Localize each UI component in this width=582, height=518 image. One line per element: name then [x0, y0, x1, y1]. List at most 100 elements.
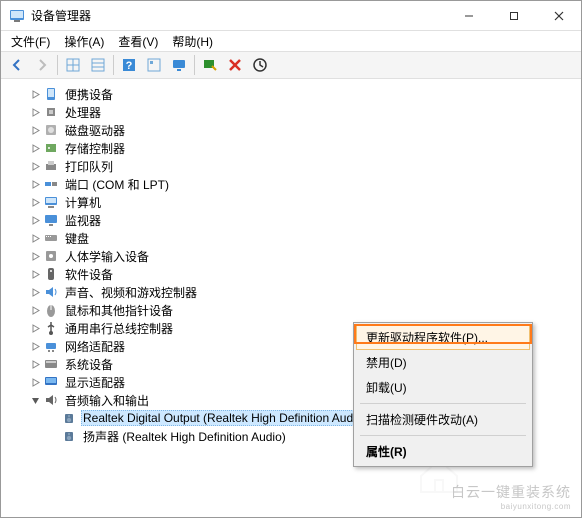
tree-item[interactable]: 软件设备: [13, 265, 581, 283]
hid-icon: [43, 248, 59, 264]
toolbar-grid-button[interactable]: [61, 53, 85, 77]
tree-item-label: Realtek Digital Output (Realtek High Def…: [81, 410, 368, 426]
tree-item-label: 存储控制器: [63, 139, 127, 158]
tree-item[interactable]: 人体学输入设备: [13, 247, 581, 265]
menu-help[interactable]: 帮助(H): [166, 31, 219, 52]
cpu-icon: [43, 104, 59, 120]
computer-icon: [43, 194, 59, 210]
toolbar-back-button[interactable]: [5, 53, 29, 77]
tree-item[interactable]: 端口 (COM 和 LPT): [13, 175, 581, 193]
window-title: 设备管理器: [31, 7, 446, 24]
tree-item-label: 声音、视频和游戏控制器: [63, 283, 199, 302]
expander-icon[interactable]: [29, 106, 41, 118]
expander-placeholder: [47, 430, 59, 442]
tree-item-label: 处理器: [63, 103, 103, 122]
system-icon: [43, 356, 59, 372]
expander-icon[interactable]: [29, 232, 41, 244]
portable-icon: [43, 86, 59, 102]
context-menu: 更新驱动程序软件(P)... 禁用(D) 卸载(U) 扫描检测硬件改动(A) 属…: [353, 322, 533, 467]
monitor-icon: [43, 212, 59, 228]
tree-item-label: 鼠标和其他指针设备: [63, 301, 175, 320]
sound-icon: [43, 284, 59, 300]
tree-item-label: 便携设备: [63, 85, 115, 104]
display-icon: [43, 374, 59, 390]
toolbar-monitor-button[interactable]: [167, 53, 191, 77]
toolbar-forward-button[interactable]: [30, 53, 54, 77]
menu-file[interactable]: 文件(F): [5, 31, 56, 52]
tree-item-label: 计算机: [63, 193, 103, 212]
ctx-scan-hardware[interactable]: 扫描检测硬件改动(A): [356, 407, 530, 432]
expander-icon[interactable]: [29, 322, 41, 334]
ctx-properties[interactable]: 属性(R): [356, 439, 530, 464]
ctx-uninstall[interactable]: 卸载(U): [356, 375, 530, 400]
svg-text:?: ?: [126, 60, 133, 72]
tree-item[interactable]: 声音、视频和游戏控制器: [13, 283, 581, 301]
audio-icon: [43, 392, 59, 408]
storage-icon: [43, 140, 59, 156]
disk-icon: [43, 122, 59, 138]
menu-bar: 文件(F) 操作(A) 查看(V) 帮助(H): [1, 31, 581, 51]
mouse-icon: [43, 302, 59, 318]
tree-item[interactable]: 存储控制器: [13, 139, 581, 157]
title-bar: 设备管理器: [1, 1, 581, 31]
expander-icon[interactable]: [29, 394, 41, 406]
expander-icon[interactable]: [29, 286, 41, 298]
expander-icon[interactable]: [29, 250, 41, 262]
expander-icon[interactable]: [29, 214, 41, 226]
expander-icon[interactable]: [29, 196, 41, 208]
expander-icon[interactable]: [29, 160, 41, 172]
printer-icon: [43, 158, 59, 174]
tree-item[interactable]: 打印队列: [13, 157, 581, 175]
tree-item[interactable]: 监视器: [13, 211, 581, 229]
expander-icon[interactable]: [29, 124, 41, 136]
tree-item[interactable]: 鼠标和其他指针设备: [13, 301, 581, 319]
expander-placeholder: [47, 412, 59, 424]
close-button[interactable]: [536, 1, 581, 30]
speaker-icon: [61, 428, 77, 444]
tree-item[interactable]: 键盘: [13, 229, 581, 247]
expander-icon[interactable]: [29, 304, 41, 316]
expander-icon[interactable]: [29, 358, 41, 370]
expander-icon[interactable]: [29, 178, 41, 190]
window-buttons: [446, 1, 581, 30]
network-icon: [43, 338, 59, 354]
toolbar-separator: [57, 55, 58, 75]
toolbar-update-button[interactable]: [248, 53, 272, 77]
expander-icon[interactable]: [29, 268, 41, 280]
toolbar-help-button[interactable]: ?: [117, 53, 141, 77]
toolbar-scan-button[interactable]: [198, 53, 222, 77]
tree-item[interactable]: 计算机: [13, 193, 581, 211]
speaker-icon: [61, 410, 77, 426]
tree-item[interactable]: 便携设备: [13, 85, 581, 103]
usb-icon: [43, 320, 59, 336]
app-icon: [9, 8, 25, 24]
maximize-button[interactable]: [491, 1, 536, 30]
tree-item-label: 打印队列: [63, 157, 115, 176]
minimize-button[interactable]: [446, 1, 491, 30]
menu-view[interactable]: 查看(V): [112, 31, 164, 52]
tree-item-label: 磁盘驱动器: [63, 121, 127, 140]
menu-action[interactable]: 操作(A): [58, 31, 110, 52]
toolbar-delete-button[interactable]: [223, 53, 247, 77]
port-icon: [43, 176, 59, 192]
tree-item-label: 监视器: [63, 211, 103, 230]
tree-item[interactable]: 处理器: [13, 103, 581, 121]
ctx-disable[interactable]: 禁用(D): [356, 350, 530, 375]
toolbar-separator: [113, 55, 114, 75]
keyboard-icon: [43, 230, 59, 246]
expander-icon[interactable]: [29, 376, 41, 388]
tree-item-label: 键盘: [63, 229, 91, 248]
toolbar-properties-button[interactable]: [142, 53, 166, 77]
expander-icon[interactable]: [29, 88, 41, 100]
toolbar-list-button[interactable]: [86, 53, 110, 77]
ctx-update-driver[interactable]: 更新驱动程序软件(P)...: [356, 325, 530, 350]
expander-icon[interactable]: [29, 340, 41, 352]
tree-item-label: 通用串行总线控制器: [63, 319, 175, 338]
tree-item-label: 系统设备: [63, 355, 115, 374]
tree-item[interactable]: 磁盘驱动器: [13, 121, 581, 139]
tree-item-label: 网络适配器: [63, 337, 127, 356]
expander-icon[interactable]: [29, 142, 41, 154]
tree-item-label: 端口 (COM 和 LPT): [63, 175, 171, 194]
ctx-separator: [360, 435, 526, 436]
software-icon: [43, 266, 59, 282]
